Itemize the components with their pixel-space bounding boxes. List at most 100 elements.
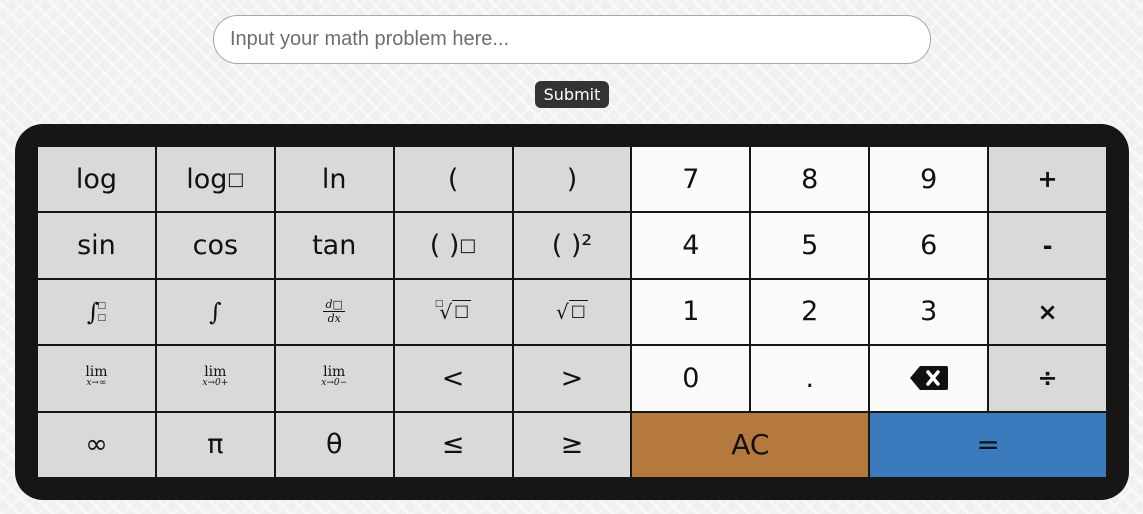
key-right-paren-label: ) bbox=[566, 163, 578, 195]
key-multiply[interactable]: × bbox=[989, 279, 1106, 345]
key-sin-label: sin bbox=[77, 230, 116, 262]
key-infinity[interactable]: ∞ bbox=[38, 412, 155, 477]
nth-root-radicand: □ bbox=[452, 299, 472, 320]
key-divide-label: ÷ bbox=[1037, 364, 1058, 393]
key-decimal[interactable]: . bbox=[751, 346, 869, 411]
limit-infinity-sub: x→∞ bbox=[86, 378, 107, 389]
limit-left-word: lim bbox=[323, 364, 346, 381]
key-7-label: 7 bbox=[682, 163, 700, 195]
square-root-radicand: □ bbox=[568, 299, 588, 320]
key-4[interactable]: 4 bbox=[632, 213, 750, 278]
key-4-label: 4 bbox=[682, 230, 700, 262]
derivative-numerator: d□ bbox=[323, 298, 345, 313]
key-tan[interactable]: tan bbox=[275, 213, 393, 278]
key-8[interactable]: 8 bbox=[751, 147, 869, 212]
key-log-label: log bbox=[75, 163, 118, 195]
key-left-paren-label: ( bbox=[447, 163, 459, 195]
integral-sign: ∫ bbox=[209, 297, 222, 326]
key-all-clear[interactable]: AC bbox=[632, 412, 869, 477]
key-limit-right[interactable]: lim x→0+ bbox=[156, 346, 274, 411]
key-nth-root[interactable]: □ √ □ bbox=[394, 279, 512, 345]
key-greater-equal-label: ≥ bbox=[560, 429, 584, 461]
key-right-paren[interactable]: ) bbox=[513, 147, 631, 212]
limit-left-sub: x→0− bbox=[321, 378, 348, 389]
key-power[interactable]: ( ) □ bbox=[394, 213, 512, 278]
key-5-label: 5 bbox=[801, 230, 819, 262]
limit-infinity-word: lim bbox=[85, 364, 108, 381]
key-greater-than[interactable]: > bbox=[513, 346, 631, 411]
key-sin[interactable]: sin bbox=[38, 213, 155, 278]
key-8-label: 8 bbox=[801, 163, 819, 195]
submit-button[interactable]: Submit bbox=[535, 81, 609, 108]
key-pi-label: π bbox=[207, 429, 224, 461]
limit-left-symbol: lim x→0− bbox=[321, 364, 348, 389]
square-root-symbol: √ □ bbox=[556, 299, 588, 324]
key-theta[interactable]: θ bbox=[275, 412, 393, 477]
input-area: Submit bbox=[0, 0, 1143, 124]
key-1-label: 1 bbox=[682, 296, 700, 328]
key-3[interactable]: 3 bbox=[870, 279, 988, 345]
key-less-equal-label: ≤ bbox=[441, 429, 465, 461]
key-limit-left[interactable]: lim x→0− bbox=[275, 346, 393, 411]
key-tan-label: tan bbox=[312, 230, 357, 262]
derivative-denominator: dx bbox=[327, 312, 341, 326]
nth-root-sign: √ bbox=[439, 299, 453, 324]
key-ln[interactable]: ln bbox=[275, 147, 393, 212]
key-5[interactable]: 5 bbox=[751, 213, 869, 278]
backspace-icon bbox=[909, 366, 948, 391]
key-decimal-label: . bbox=[805, 362, 815, 394]
key-minus[interactable]: - bbox=[989, 213, 1106, 278]
key-power-box: □ bbox=[459, 235, 477, 257]
key-square[interactable]: ( )² bbox=[513, 213, 631, 278]
key-less-than-label: < bbox=[441, 362, 465, 394]
key-left-paren[interactable]: ( bbox=[394, 147, 512, 212]
key-pi[interactable]: π bbox=[156, 412, 274, 477]
key-limit-infinity[interactable]: lim x→∞ bbox=[38, 346, 155, 411]
key-less-than[interactable]: < bbox=[394, 346, 512, 411]
key-multiply-label: × bbox=[1037, 297, 1058, 326]
key-grid: log log □ ln ( ) 7 8 9 + sin cos tan ( ) □… bbox=[38, 147, 1106, 477]
key-log-base-box: □ bbox=[227, 168, 245, 190]
key-power-label: ( ) bbox=[429, 230, 460, 262]
key-6[interactable]: 6 bbox=[870, 213, 988, 278]
key-integral[interactable]: ∫ bbox=[156, 279, 274, 345]
key-plus[interactable]: + bbox=[989, 147, 1106, 212]
key-plus-label: + bbox=[1037, 165, 1058, 194]
key-derivative[interactable]: d□ dx bbox=[275, 279, 393, 345]
math-problem-input[interactable] bbox=[213, 15, 931, 64]
key-backspace[interactable] bbox=[870, 346, 988, 411]
key-log[interactable]: log bbox=[38, 147, 155, 212]
key-square-root[interactable]: √ □ bbox=[513, 279, 631, 345]
key-1[interactable]: 1 bbox=[632, 279, 750, 345]
key-9-label: 9 bbox=[920, 163, 938, 195]
key-log-base[interactable]: log □ bbox=[156, 147, 274, 212]
limit-right-word: lim bbox=[204, 364, 227, 381]
key-2[interactable]: 2 bbox=[751, 279, 869, 345]
limit-right-sub: x→0+ bbox=[202, 378, 229, 389]
key-3-label: 3 bbox=[920, 296, 938, 328]
key-greater-equal[interactable]: ≥ bbox=[513, 412, 631, 477]
key-cos[interactable]: cos bbox=[156, 213, 274, 278]
key-0-label: 0 bbox=[682, 362, 700, 394]
key-9[interactable]: 9 bbox=[870, 147, 988, 212]
key-ln-label: ln bbox=[321, 163, 347, 195]
nth-root-symbol: □ √ □ bbox=[435, 299, 472, 324]
key-divide[interactable]: ÷ bbox=[989, 346, 1106, 411]
key-infinity-label: ∞ bbox=[85, 429, 108, 461]
key-2-label: 2 bbox=[801, 296, 819, 328]
key-less-equal[interactable]: ≤ bbox=[394, 412, 512, 477]
key-7[interactable]: 7 bbox=[632, 147, 750, 212]
derivative-fraction: d□ dx bbox=[323, 298, 345, 326]
key-equals[interactable]: = bbox=[870, 412, 1106, 477]
key-0[interactable]: 0 bbox=[632, 346, 750, 411]
key-equals-label: = bbox=[976, 428, 1000, 462]
key-square-label: ( )² bbox=[551, 230, 593, 262]
key-definite-integral[interactable]: ∫ □ □ bbox=[38, 279, 155, 345]
limit-infinity-symbol: lim x→∞ bbox=[85, 364, 108, 389]
key-theta-label: θ bbox=[325, 429, 343, 461]
key-greater-than-label: > bbox=[560, 362, 584, 394]
key-minus-label: - bbox=[1042, 231, 1053, 260]
square-root-sign: √ bbox=[556, 299, 569, 324]
key-all-clear-label: AC bbox=[731, 428, 770, 462]
calculator-keypad: log log □ ln ( ) 7 8 9 + sin cos tan ( ) □… bbox=[15, 124, 1129, 500]
